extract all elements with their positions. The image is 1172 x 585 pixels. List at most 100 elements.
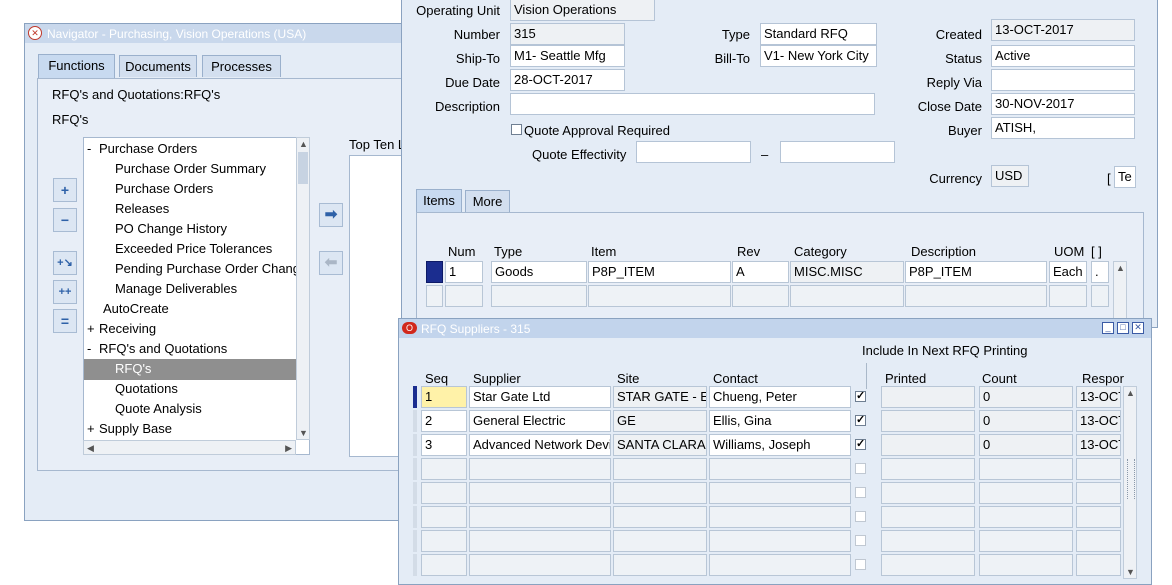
supplier-seq-cell[interactable] — [421, 554, 467, 576]
supplier-site-cell[interactable]: STAR GATE - E — [613, 386, 707, 408]
navigator-titlebar[interactable]: ✕ Navigator - Purchasing, Vision Operati… — [25, 24, 415, 43]
tab-documents[interactable]: Documents — [119, 55, 197, 77]
item-empty-extra[interactable] — [1091, 285, 1109, 307]
effectivity-to-field[interactable] — [780, 141, 895, 163]
item-empty-num[interactable] — [445, 285, 483, 307]
supplier-printed-cell[interactable] — [881, 530, 975, 552]
supplier-response-cell[interactable]: 13-OCT — [1076, 410, 1121, 432]
item-uom-cell[interactable]: Each — [1049, 261, 1087, 283]
tree-item[interactable]: Receiving — [99, 321, 156, 336]
description-field[interactable] — [510, 93, 875, 115]
close-icon[interactable]: ✕ — [1132, 322, 1144, 334]
expand-branch-button[interactable]: +↘ — [53, 251, 77, 275]
tree-collapse-icon[interactable]: - — [87, 141, 91, 156]
supplier-supplier-cell[interactable] — [469, 554, 611, 576]
suppliers-vertical-scrollbar[interactable]: ▲ ▼ — [1123, 386, 1137, 579]
supplier-supplier-cell[interactable] — [469, 506, 611, 528]
items-scroll-up-icon[interactable]: ▲ — [1116, 263, 1125, 273]
suppliers-scroll-down-icon[interactable]: ▼ — [1126, 567, 1135, 577]
currency-field[interactable]: USD — [991, 165, 1029, 187]
tree-item[interactable]: Exceeded Price Tolerances — [115, 241, 272, 256]
te-field[interactable]: Te — [1114, 166, 1136, 188]
item-extra-cell[interactable]: . — [1091, 261, 1109, 283]
include-checkbox[interactable]: ✓ — [855, 439, 866, 450]
ship-to-field[interactable]: M1- Seattle Mfg — [510, 45, 625, 67]
number-field[interactable]: 315 — [510, 23, 625, 45]
supplier-contact-cell[interactable] — [709, 506, 851, 528]
supplier-supplier-cell[interactable] — [469, 458, 611, 480]
due-date-field[interactable]: 28-OCT-2017 — [510, 69, 625, 91]
supplier-seq-cell[interactable] — [421, 506, 467, 528]
supplier-site-cell[interactable] — [613, 482, 707, 504]
suppliers-scroll-grip[interactable] — [1127, 459, 1135, 499]
suppliers-scroll-up-icon[interactable]: ▲ — [1126, 388, 1135, 398]
close-date-field[interactable]: 30-NOV-2017 — [991, 93, 1135, 115]
item-empty-uom[interactable] — [1049, 285, 1087, 307]
tree-horizontal-scrollbar[interactable]: ◀ ▶ — [83, 440, 296, 455]
supplier-site-cell[interactable] — [613, 506, 707, 528]
collapse-all-button[interactable]: = — [53, 309, 77, 333]
supplier-printed-cell[interactable] — [881, 458, 975, 480]
suppliers-titlebar[interactable]: O RFQ Suppliers - 315 _ □ ✕ — [399, 319, 1151, 338]
item-num-cell[interactable]: 1 — [445, 261, 483, 283]
tree-item[interactable]: Pending Purchase Order Chang — [115, 261, 300, 276]
supplier-contact-cell[interactable]: Ellis, Gina — [709, 410, 851, 432]
supplier-response-cell[interactable] — [1076, 554, 1121, 576]
reply-via-field[interactable] — [991, 69, 1135, 91]
supplier-site-cell[interactable]: GE — [613, 410, 707, 432]
tree-item[interactable]: Purchase Orders — [99, 141, 197, 156]
tree-item[interactable]: Manage Deliverables — [115, 281, 237, 296]
supplier-response-cell[interactable]: 13-OCT — [1076, 434, 1121, 456]
include-checkbox[interactable] — [855, 535, 866, 546]
supplier-seq-cell[interactable]: 1 — [421, 386, 467, 408]
supplier-seq-cell[interactable] — [421, 482, 467, 504]
item-empty-item[interactable] — [588, 285, 731, 307]
remove-from-top-ten-button[interactable]: ⬅ — [319, 251, 343, 275]
bill-to-field[interactable]: V1- New York City — [760, 45, 877, 67]
scroll-thumb[interactable] — [298, 152, 308, 184]
tree-item[interactable]: Quote Analysis — [115, 401, 202, 416]
supplier-response-cell[interactable] — [1076, 530, 1121, 552]
tree-vertical-scrollbar[interactable]: ▲ ▼ — [296, 137, 310, 440]
supplier-printed-cell[interactable] — [881, 434, 975, 456]
tree-expand-icon[interactable]: + — [87, 321, 95, 336]
buyer-field[interactable]: ATISH, — [991, 117, 1135, 139]
supplier-response-cell[interactable]: 13-OCT — [1076, 386, 1121, 408]
tree-item[interactable]: Quotations — [115, 381, 178, 396]
supplier-supplier-cell[interactable] — [469, 482, 611, 504]
scroll-right-icon[interactable]: ▶ — [285, 443, 292, 454]
supplier-printed-cell[interactable] — [881, 554, 975, 576]
supplier-contact-cell[interactable] — [709, 554, 851, 576]
include-checkbox[interactable] — [855, 559, 866, 570]
tree-item[interactable]: Releases — [115, 201, 169, 216]
tree-item[interactable]: Purchase Order Summary — [115, 161, 266, 176]
tab-functions[interactable]: Functions — [38, 54, 115, 78]
include-checkbox[interactable] — [855, 511, 866, 522]
type-field[interactable]: Standard RFQ — [760, 23, 877, 45]
collapse-button[interactable]: − — [53, 208, 77, 232]
item-empty-rev[interactable] — [732, 285, 789, 307]
supplier-count-cell[interactable] — [979, 554, 1073, 576]
item-item-cell[interactable]: P8P_ITEM — [588, 261, 731, 283]
supplier-response-cell[interactable] — [1076, 506, 1121, 528]
item-category-cell[interactable]: MISC.MISC — [790, 261, 904, 283]
supplier-seq-cell[interactable] — [421, 458, 467, 480]
supplier-supplier-cell[interactable]: Star Gate Ltd — [469, 386, 611, 408]
supplier-seq-cell[interactable]: 3 — [421, 434, 467, 456]
item-rev-cell[interactable]: A — [732, 261, 789, 283]
effectivity-from-field[interactable] — [636, 141, 751, 163]
include-checkbox[interactable]: ✓ — [855, 391, 866, 402]
supplier-contact-cell[interactable] — [709, 458, 851, 480]
status-field[interactable]: Active — [991, 45, 1135, 67]
function-tree[interactable]: - Purchase Orders Purchase Order Summary Pu… — [83, 137, 310, 455]
tree-item[interactable]: Purchase Orders — [115, 181, 213, 196]
expand-all-button[interactable]: ++ — [53, 280, 77, 304]
scroll-up-icon[interactable]: ▲ — [299, 139, 308, 149]
supplier-printed-cell[interactable] — [881, 386, 975, 408]
include-checkbox[interactable]: ✓ — [855, 415, 866, 426]
supplier-contact-cell[interactable]: Chueng, Peter — [709, 386, 851, 408]
supplier-seq-cell[interactable]: 2 — [421, 410, 467, 432]
tab-more[interactable]: More — [465, 190, 510, 212]
supplier-supplier-cell[interactable]: Advanced Network Devic — [469, 434, 611, 456]
supplier-site-cell[interactable]: SANTA CLARA — [613, 434, 707, 456]
